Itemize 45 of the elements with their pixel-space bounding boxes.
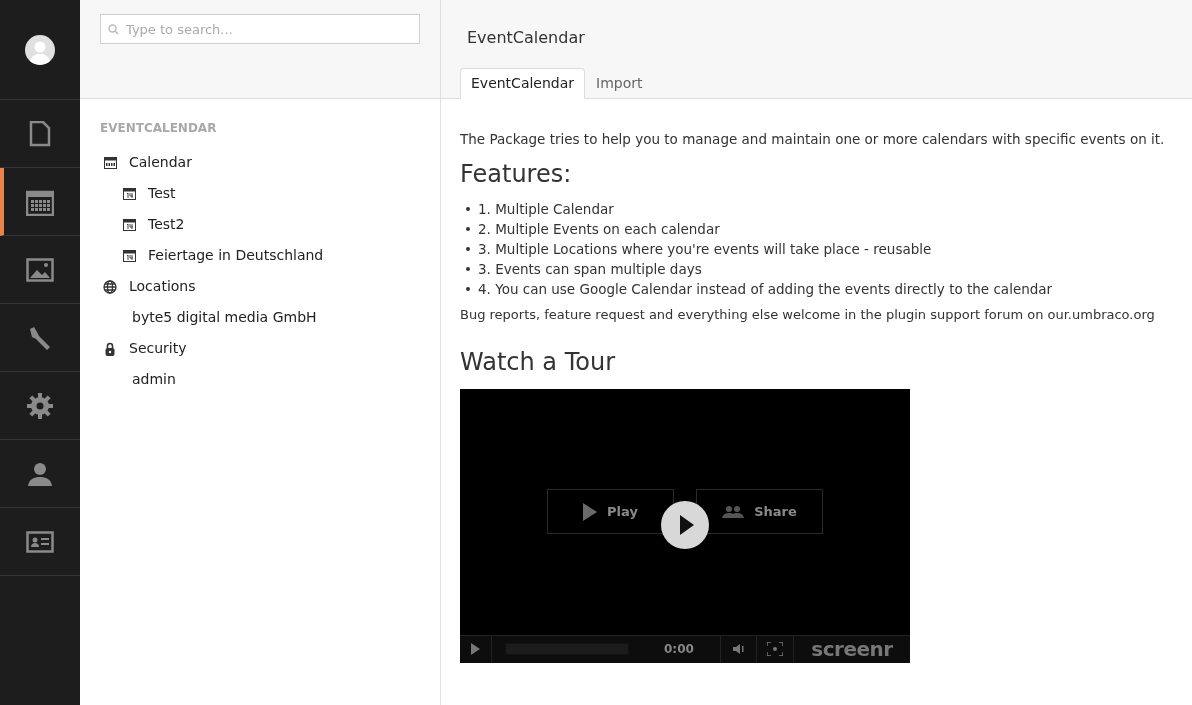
brand-logo: screenr: [793, 635, 910, 663]
play-overlay-button[interactable]: Play: [547, 489, 674, 535]
tour-heading: Watch a Tour: [460, 346, 617, 377]
id-card-icon: [26, 530, 54, 553]
tree-item[interactable]: Feiertage in Deutschland: [148, 245, 324, 266]
intro-text: The Package tries to help you to manage and maintain one or more calendars with specific events on it.: [460, 130, 1166, 149]
features-heading: Features:: [460, 159, 573, 190]
tree-item[interactable]: Locations: [129, 276, 196, 297]
tab[interactable]: EventCalendar: [460, 68, 586, 99]
tree-item[interactable]: Calendar: [129, 152, 192, 173]
tree-heading: EVENTCALENDAR: [99, 120, 218, 137]
tree-item[interactable]: Test: [148, 183, 176, 204]
person-icon: [27, 460, 53, 487]
image-icon: [26, 257, 54, 282]
page-title: EventCalendar: [466, 27, 586, 49]
gear-icon: [27, 392, 53, 419]
search-field[interactable]: Type to search...: [100, 14, 420, 44]
time-label: 0:00: [664, 641, 695, 659]
fullscreen-icon[interactable]: [767, 642, 783, 657]
search-icon: [108, 24, 119, 35]
feature-item: 1. Multiple Calendar: [478, 200, 614, 220]
feature-item: 3. Multiple Locations where you're events will take place - reusable: [478, 240, 932, 260]
tab[interactable]: Import: [585, 68, 654, 99]
calendar-day-icon: [122, 187, 136, 200]
avatar-icon[interactable]: [25, 34, 55, 65]
globe-icon: [103, 279, 117, 294]
feature-item: 3. Events can span multiple days: [478, 260, 702, 280]
section-tab[interactable]: [0, 168, 80, 236]
tree-item[interactable]: byte5 digital media GmbH: [122, 307, 317, 328]
calendar-day-icon: [122, 218, 136, 231]
feature-item: 2. Multiple Events on each calendar: [478, 220, 720, 240]
document-icon: [29, 120, 51, 147]
people-icon: [722, 505, 745, 518]
lock-icon: [105, 341, 115, 356]
volume-icon[interactable]: [732, 643, 745, 656]
share-button[interactable]: Share: [696, 489, 823, 535]
tree-item[interactable]: admin: [122, 369, 176, 390]
tree-item[interactable]: Test2: [148, 214, 185, 235]
play-icon[interactable]: [661, 500, 709, 549]
tree-item[interactable]: Security: [129, 338, 187, 359]
note-text: Bug reports, feature request and everything else welcome in the plugin support forum on our.umbraco.org: [460, 306, 1156, 325]
calendar-day-icon: [122, 249, 136, 262]
calendar-icon: [103, 156, 117, 169]
feature-item: 4. You can use Google Calendar instead of adding the events directly to the calendar: [478, 280, 1053, 300]
play-icon: [583, 502, 598, 521]
